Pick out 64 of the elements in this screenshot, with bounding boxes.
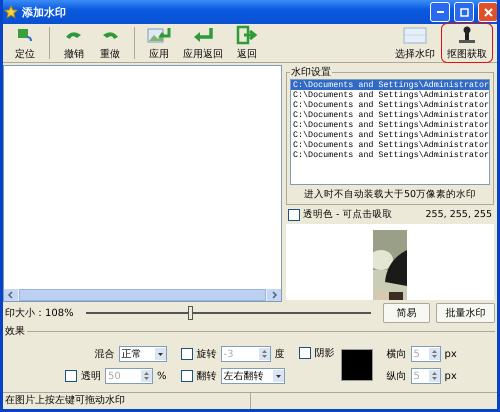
checkbox[interactable] <box>180 348 193 360</box>
file-list-item[interactable]: C:\Documents and Settings\Administrator <box>290 130 489 140</box>
flip-dropdown[interactable]: 左右翻转 <box>220 368 285 384</box>
horizontal-scrollbar[interactable] <box>4 289 281 301</box>
spinner-arrows-icon <box>141 370 152 382</box>
toolbar-button[interactable]: 定位 <box>7 23 43 63</box>
file-list-item[interactable]: C:\Documents and Settings\Administrator <box>290 80 489 90</box>
exit-icon <box>235 25 259 45</box>
image-icon <box>403 25 427 45</box>
scroll-left-icon <box>4 289 18 301</box>
checkbox[interactable] <box>288 208 300 220</box>
size-label: 印大小：108% <box>5 306 74 320</box>
unit-label: % <box>157 370 167 382</box>
star-icon <box>4 5 18 19</box>
size-slider[interactable] <box>86 306 371 320</box>
blend-label: 混合 <box>94 348 115 361</box>
file-list-item[interactable]: C:\Documents and Settings\Administrator <box>290 110 489 120</box>
window-title: 添加水印 <box>22 4 66 20</box>
toolbar-button[interactable]: 应用返回 <box>177 23 229 63</box>
blend-dropdown[interactable]: 正常 <box>118 346 167 362</box>
minimize-button[interactable] <box>430 2 450 22</box>
rotate-label: 旋转 <box>196 348 217 361</box>
unit-label: 度 <box>274 348 285 361</box>
checkbox[interactable] <box>65 370 77 382</box>
status-text: 在图片上按左键可拖动水印 <box>3 393 251 409</box>
maximize-button[interactable] <box>454 2 474 22</box>
toolbar-button[interactable]: 返回 <box>229 23 265 63</box>
spinner-arrows-icon <box>428 348 440 360</box>
close-button[interactable] <box>478 2 497 22</box>
offset-label: 横向 <box>386 348 407 361</box>
file-list-item[interactable]: C:\Documents and Settings\Administrator <box>290 150 489 160</box>
close-icon <box>484 8 492 16</box>
spinner-arrows-icon <box>258 348 270 360</box>
action-button[interactable]: 批量水印 <box>436 303 495 323</box>
file-list-item[interactable]: C:\Documents and Settings\Administrator <box>290 140 489 150</box>
group-title: 水印设置 <box>290 66 332 79</box>
toolbar-button[interactable]: 选择水印 <box>389 23 441 63</box>
section-title: 效果 <box>5 325 25 338</box>
file-list-item[interactable]: C:\Documents and Settings\Administrator <box>290 120 489 130</box>
checkbox-label: 透明色 - 可点击吸取 <box>302 208 392 221</box>
scroll-right-icon <box>266 289 281 301</box>
flip-label: 翻转 <box>196 370 217 383</box>
shadow-label: 阴影 <box>314 347 335 360</box>
color-value: 255, 255, 255 <box>426 209 492 220</box>
toolbar-button[interactable]: 抠图获取 <box>441 23 493 63</box>
toolbar-button[interactable]: 撤销 <box>56 23 92 63</box>
note-text: 进入时不自动装载大于50万像素的水印 <box>302 188 478 202</box>
shadow-color-swatch[interactable] <box>340 349 373 381</box>
file-list-item[interactable]: C:\Documents and Settings\Administrator <box>290 100 489 110</box>
unit-label: px <box>444 370 457 382</box>
unit-label: px <box>444 348 457 360</box>
maximize-icon <box>460 8 468 16</box>
opacity-label: 透明 <box>81 370 101 383</box>
toolbar-button[interactable]: 应用 <box>141 23 177 63</box>
spinner-arrows-icon <box>428 370 440 382</box>
checkbox[interactable] <box>298 347 311 359</box>
minimize-icon <box>436 11 444 13</box>
picture-arrow-icon <box>147 25 171 45</box>
action-button[interactable]: 简易 <box>382 303 430 323</box>
checkbox[interactable] <box>180 370 193 382</box>
slider-thumb[interactable] <box>188 306 194 320</box>
offset-label: 纵向 <box>386 370 407 383</box>
file-list-item[interactable]: C:\Documents and Settings\Administrator <box>290 90 489 100</box>
toolbar-button[interactable]: 重做 <box>92 23 128 63</box>
